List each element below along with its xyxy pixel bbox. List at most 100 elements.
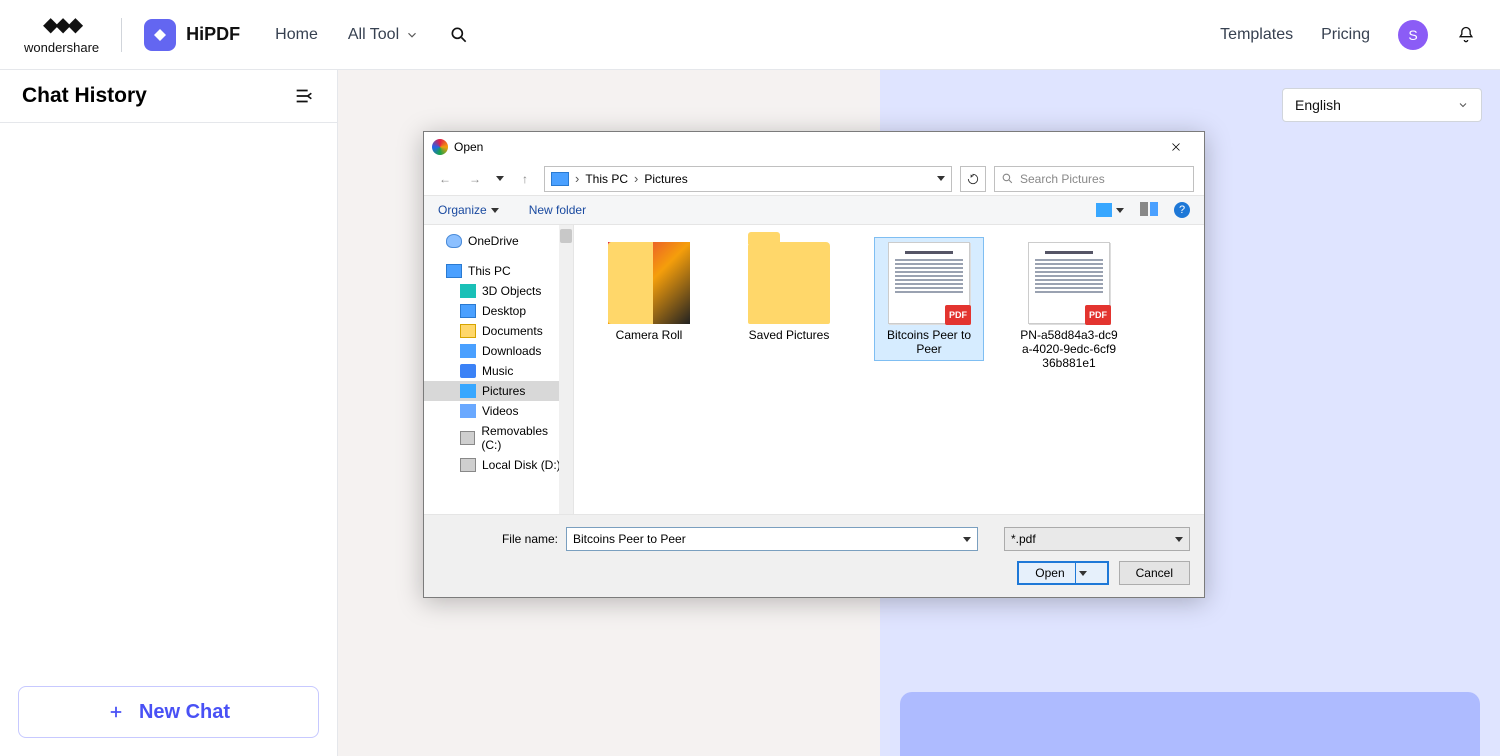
sidebar: Chat History New Chat: [0, 70, 338, 756]
tree-local-disk[interactable]: Local Disk (D:): [424, 455, 573, 475]
file-saved-pictures[interactable]: Saved Pictures: [734, 237, 844, 347]
open-dropdown[interactable]: [1075, 563, 1091, 583]
chat-history-title: Chat History: [22, 84, 147, 108]
nav-forward-button[interactable]: →: [464, 168, 486, 190]
tree-videos[interactable]: Videos: [424, 401, 573, 421]
folder-thumb-icon: [608, 242, 690, 324]
filename-label: File name:: [438, 532, 558, 546]
new-chat-button[interactable]: New Chat: [18, 686, 319, 738]
avatar[interactable]: S: [1398, 20, 1428, 50]
nav-templates[interactable]: Templates: [1220, 26, 1293, 44]
file-bitcoins-peer-to-peer[interactable]: PDF Bitcoins Peer to Peer: [874, 237, 984, 361]
hipdf-brand[interactable]: HiPDF: [144, 19, 240, 51]
search-icon: [1001, 172, 1014, 185]
address-bar[interactable]: › This PC › Pictures: [544, 166, 952, 192]
file-camera-roll[interactable]: Camera Roll: [594, 237, 704, 347]
chevron-down-icon[interactable]: [963, 537, 971, 542]
tree-label: Desktop: [482, 304, 526, 318]
avatar-initial: S: [1408, 27, 1417, 43]
open-button[interactable]: Open: [1017, 561, 1108, 585]
nav-recent-button[interactable]: [494, 168, 506, 190]
tree-label: Local Disk (D:): [482, 458, 561, 472]
nav-all-tool[interactable]: All Tool: [348, 26, 419, 44]
dialog-footer: File name: Bitcoins Peer to Peer *.pdf O…: [424, 514, 1204, 597]
chat-history-header: Chat History: [0, 70, 337, 123]
desktop-icon: [460, 304, 476, 318]
filename-input[interactable]: Bitcoins Peer to Peer: [566, 527, 978, 551]
tree-scrollbar[interactable]: [559, 225, 573, 514]
nav-pricing[interactable]: Pricing: [1321, 26, 1370, 44]
folder-thumb-icon: [748, 242, 830, 324]
chevron-down-icon[interactable]: [937, 176, 945, 181]
file-label: Bitcoins Peer to Peer: [879, 328, 979, 356]
refresh-button[interactable]: [960, 166, 986, 192]
pdf-thumb-icon: PDF: [1028, 242, 1110, 324]
dialog-titlebar: Open: [424, 132, 1204, 162]
view-mode-button[interactable]: [1096, 203, 1124, 217]
tree-downloads[interactable]: Downloads: [424, 341, 573, 361]
right-nav: Templates Pricing S: [1220, 20, 1476, 50]
disk-icon: [460, 458, 476, 472]
filetype-select[interactable]: *.pdf: [1004, 527, 1190, 551]
video-icon: [460, 404, 476, 418]
collapse-icon[interactable]: [293, 85, 315, 107]
wondershare-brand[interactable]: ◆◆◆ wondershare: [24, 15, 99, 54]
tree-label: Downloads: [482, 344, 541, 358]
new-folder-button[interactable]: New folder: [529, 203, 586, 217]
tree-desktop[interactable]: Desktop: [424, 301, 573, 321]
filetype-value: *.pdf: [1011, 532, 1036, 546]
tree-this-pc[interactable]: This PC: [424, 261, 573, 281]
file-label: Saved Pictures: [749, 328, 830, 342]
dialog-toolbar: Organize New folder ?: [424, 195, 1204, 225]
open-label: Open: [1035, 566, 1064, 580]
dialog-body: OneDrive This PC 3D Objects Desktop Docu…: [424, 225, 1204, 514]
close-icon: [1170, 141, 1182, 153]
tree-3d-objects[interactable]: 3D Objects: [424, 281, 573, 301]
breadcrumb-root[interactable]: This PC: [585, 172, 628, 186]
tree-removables[interactable]: Removables (C:): [424, 421, 573, 455]
tree-music[interactable]: Music: [424, 361, 573, 381]
nav-search[interactable]: [449, 25, 469, 45]
new-folder-label: New folder: [529, 203, 586, 217]
chat-input-bar[interactable]: [900, 692, 1480, 756]
download-icon: [460, 344, 476, 358]
organize-button[interactable]: Organize: [438, 203, 499, 217]
help-button[interactable]: ?: [1174, 202, 1190, 218]
chevron-down-icon: [1079, 571, 1087, 576]
nav-links: Home All Tool: [275, 25, 469, 45]
search-input[interactable]: Search Pictures: [994, 166, 1194, 192]
pc-icon: [551, 172, 569, 186]
language-select[interactable]: English: [1282, 88, 1482, 122]
file-label: PN-a58d84a3-dc9a-4020-9edc-6cf936b881e1: [1019, 328, 1119, 370]
scrollbar-thumb[interactable]: [560, 229, 572, 243]
chevron-down-icon: [405, 28, 419, 42]
tree-onedrive[interactable]: OneDrive: [424, 231, 573, 251]
folder-icon: [460, 324, 476, 338]
nav-up-button[interactable]: ↑: [514, 168, 536, 190]
chrome-icon: [432, 139, 448, 155]
nav-home[interactable]: Home: [275, 26, 318, 44]
view-icon: [1096, 203, 1112, 217]
nav-back-button[interactable]: ←: [434, 168, 456, 190]
hipdf-icon: [144, 19, 176, 51]
close-button[interactable]: [1156, 135, 1196, 159]
nav-all-tool-label: All Tool: [348, 26, 399, 44]
pc-icon: [446, 264, 462, 278]
breadcrumb-sep: ›: [575, 171, 579, 186]
wondershare-label: wondershare: [24, 41, 99, 54]
filename-value: Bitcoins Peer to Peer: [573, 532, 686, 546]
bell-icon[interactable]: [1456, 25, 1476, 45]
new-chat-wrap: New Chat: [0, 668, 337, 756]
tree-pictures[interactable]: Pictures: [424, 381, 573, 401]
filename-row: File name: Bitcoins Peer to Peer *.pdf: [438, 527, 1190, 551]
search-icon: [449, 25, 469, 45]
tree-label: Pictures: [482, 384, 525, 398]
preview-pane-button[interactable]: [1140, 202, 1158, 219]
breadcrumb-folder[interactable]: Pictures: [644, 172, 687, 186]
file-open-dialog: Open ← → ↑ › This PC › Pictures Search P…: [423, 131, 1205, 598]
plus-icon: [107, 703, 125, 721]
file-pn-doc[interactable]: PDF PN-a58d84a3-dc9a-4020-9edc-6cf936b88…: [1014, 237, 1124, 375]
tree-label: Documents: [482, 324, 543, 338]
tree-documents[interactable]: Documents: [424, 321, 573, 341]
cancel-button[interactable]: Cancel: [1119, 561, 1190, 585]
